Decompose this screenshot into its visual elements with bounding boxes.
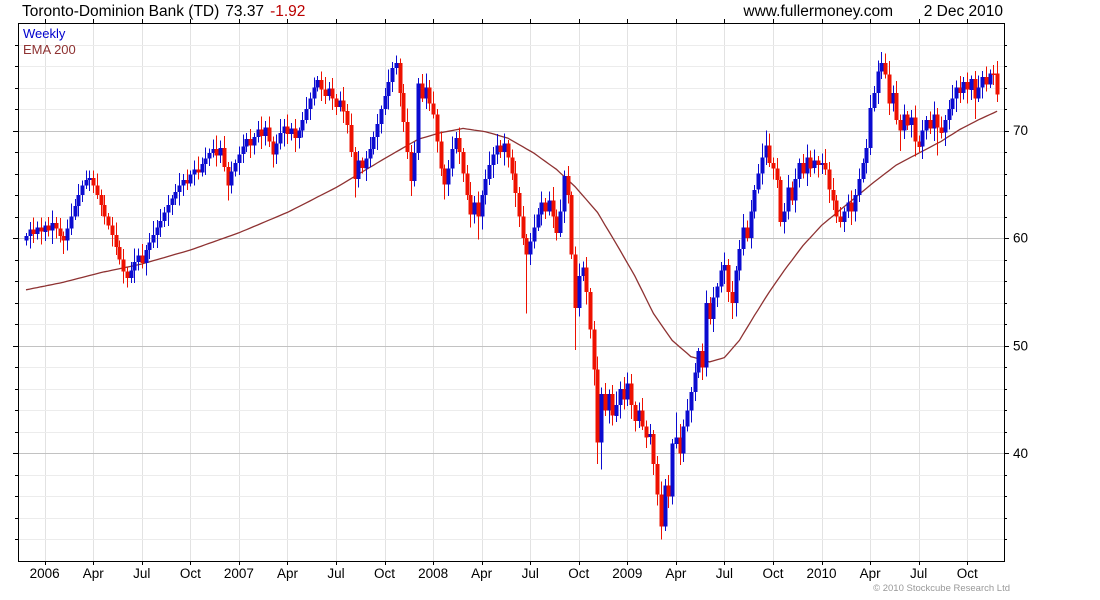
candles-layer: [24, 52, 1000, 540]
price-chart: 40 50 60 70 2006 Apr Jul Oct 2007 Apr Jul Oct 2008 Ap…: [13, 19, 1028, 581]
chart-window: 40 50 60 70 2006 Apr Jul Oct 2007 Apr Jul Oct 2008 Ap…: [0, 0, 1100, 600]
chart-title: Toronto-Dominion Bank (TD) 73.37 -1.92: [22, 3, 305, 21]
svg-text:2006: 2006: [30, 566, 60, 581]
svg-text:Apr: Apr: [83, 566, 105, 581]
svg-text:Jul: Jul: [716, 566, 733, 581]
price-change: -1.92: [270, 3, 306, 20]
grid-horizontal-major: [18, 131, 1004, 454]
svg-text:2010: 2010: [807, 566, 837, 581]
svg-text:Oct: Oct: [568, 566, 589, 581]
svg-text:Jul: Jul: [522, 566, 539, 581]
site-url: www.fullermoney.com: [743, 3, 893, 20]
legend-weekly: Weekly: [23, 26, 66, 41]
svg-text:Oct: Oct: [762, 566, 783, 581]
svg-text:40: 40: [1013, 446, 1028, 461]
svg-text:2008: 2008: [418, 566, 448, 581]
svg-text:Apr: Apr: [277, 566, 299, 581]
svg-text:Oct: Oct: [180, 566, 201, 581]
svg-text:Jul: Jul: [910, 566, 927, 581]
copyright-label: © 2010 Stockcube Research Ltd: [873, 583, 1010, 594]
last-price: 73.37: [225, 3, 265, 20]
y-axis-labels: 40 50 60 70: [1013, 123, 1028, 461]
instrument-name: Toronto-Dominion Bank (TD): [22, 3, 220, 20]
legend-ema: EMA 200: [23, 42, 76, 57]
svg-text:Oct: Oct: [374, 566, 395, 581]
svg-text:60: 60: [1013, 231, 1028, 246]
svg-text:50: 50: [1013, 338, 1028, 353]
axis-ticks: [13, 19, 1009, 565]
grid-horizontal-minor: [18, 45, 1004, 540]
svg-text:Jul: Jul: [327, 566, 344, 581]
svg-text:Apr: Apr: [471, 566, 493, 581]
date-label: 2 Dec 2010: [923, 3, 1003, 20]
svg-text:Apr: Apr: [665, 566, 687, 581]
grid-vertical: [45, 23, 968, 561]
svg-text:Jul: Jul: [133, 566, 150, 581]
svg-text:Apr: Apr: [860, 566, 882, 581]
chart-legend: Weekly EMA 200: [23, 26, 76, 58]
svg-text:Oct: Oct: [957, 566, 978, 581]
svg-text:2007: 2007: [224, 566, 254, 581]
svg-text:70: 70: [1013, 123, 1028, 138]
svg-text:2009: 2009: [612, 566, 642, 581]
plot-border: [18, 23, 1005, 562]
x-axis-labels: 2006 Apr Jul Oct 2007 Apr Jul Oct 2008 Apr Jul Oct 2…: [30, 566, 978, 581]
